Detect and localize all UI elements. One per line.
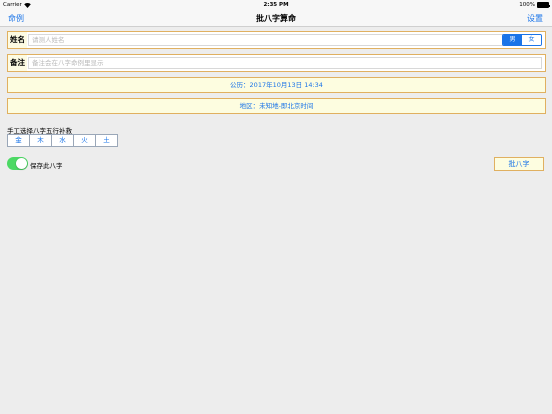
- note-label: 备注: [8, 55, 27, 71]
- element-water-button[interactable]: 水: [51, 134, 74, 147]
- note-input[interactable]: [28, 57, 542, 69]
- region-button[interactable]: 地区：未知地-即北京时间: [7, 98, 546, 114]
- name-field-row: 姓名 男 女: [7, 31, 546, 49]
- battery-info: 100%: [519, 0, 550, 10]
- save-bazi-toggle[interactable]: [7, 157, 28, 170]
- settings-button[interactable]: 设置: [527, 13, 543, 24]
- gender-male-option[interactable]: 男: [503, 35, 522, 45]
- gender-female-option[interactable]: 女: [522, 35, 541, 45]
- element-wood-button[interactable]: 木: [29, 134, 52, 147]
- element-metal-button[interactable]: 金: [7, 134, 30, 147]
- name-label: 姓名: [8, 32, 27, 48]
- note-field-row: 备注: [7, 54, 546, 72]
- calendar-date-button[interactable]: 公历：2017年10月13日 14:34: [7, 77, 546, 93]
- elements-selector: 金 木 水 火 土: [7, 134, 118, 147]
- calculate-bazi-button[interactable]: 批八字: [494, 157, 544, 171]
- battery-icon: [537, 2, 550, 8]
- page-title: 批八字算命: [256, 14, 296, 23]
- name-input[interactable]: [28, 34, 504, 46]
- status-bar: Carrier 2:35 PM 100%: [0, 0, 552, 10]
- toggle-knob: [16, 158, 27, 169]
- element-earth-button[interactable]: 土: [95, 134, 118, 147]
- status-time: 2:35 PM: [263, 2, 289, 8]
- save-bazi-label: 保存此八字: [30, 162, 63, 170]
- element-fire-button[interactable]: 火: [73, 134, 96, 147]
- gender-selector: 男 女: [502, 34, 542, 46]
- nav-bar: 命例 批八字算命 设置: [0, 10, 552, 27]
- battery-percent: 100%: [519, 2, 535, 8]
